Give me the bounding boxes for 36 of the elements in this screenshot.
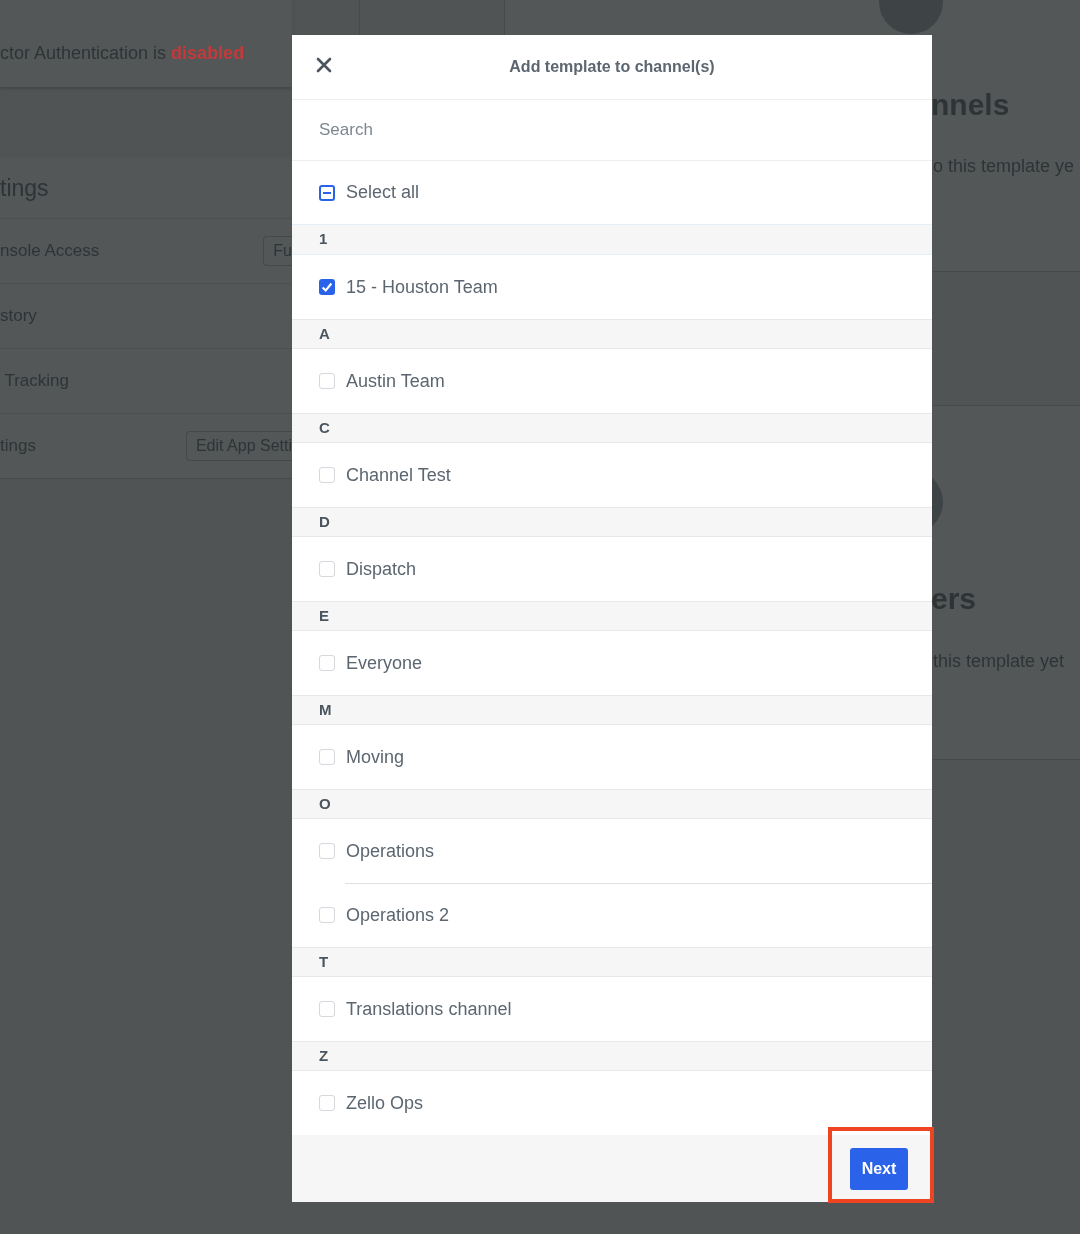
channel-name: Moving	[346, 745, 405, 769]
channel-checkbox[interactable]	[319, 561, 335, 577]
group-letter: M	[319, 699, 332, 720]
channel-name: Everyone	[346, 651, 423, 675]
group-letter: A	[319, 323, 330, 344]
select-all-label: Select all	[346, 181, 420, 204]
channel-checkbox[interactable]	[319, 279, 335, 295]
next-button[interactable]: Next	[850, 1147, 908, 1190]
channel-name: Operations	[346, 839, 435, 863]
channel-checkbox[interactable]	[319, 907, 335, 923]
channel-checkbox[interactable]	[319, 373, 335, 389]
channel-checkbox[interactable]	[319, 655, 335, 671]
close-icon	[316, 57, 332, 73]
channel-name: Zello Ops	[346, 1091, 424, 1115]
channel-checkbox[interactable]	[319, 1095, 335, 1111]
close-button[interactable]	[316, 57, 332, 73]
channel-name: Dispatch	[346, 557, 417, 581]
channel-checkbox[interactable]	[319, 1001, 335, 1017]
group-letter: O	[319, 793, 331, 814]
channel-checkbox[interactable]	[319, 749, 335, 765]
group-letter: 1	[319, 229, 328, 250]
channel-checkbox[interactable]	[319, 467, 335, 483]
channel-name: Operations 2	[346, 903, 450, 927]
channel-name: Translations channel	[346, 997, 512, 1021]
group-letter: C	[319, 417, 330, 438]
channel-name: Channel Test	[346, 463, 451, 487]
group-letter: Z	[319, 1045, 329, 1066]
group-letter: T	[319, 951, 329, 972]
channel-name: Austin Team	[346, 369, 445, 393]
select-all-checkbox[interactable]	[319, 184, 335, 201]
channel-name: 15 - Houston Team	[346, 275, 498, 299]
dialog-title: Add template to channel(s)	[509, 57, 715, 77]
channel-checkbox[interactable]	[319, 843, 335, 859]
group-letter: E	[319, 605, 329, 626]
group-letter: D	[319, 511, 330, 532]
search-field[interactable]: Search	[292, 100, 932, 161]
